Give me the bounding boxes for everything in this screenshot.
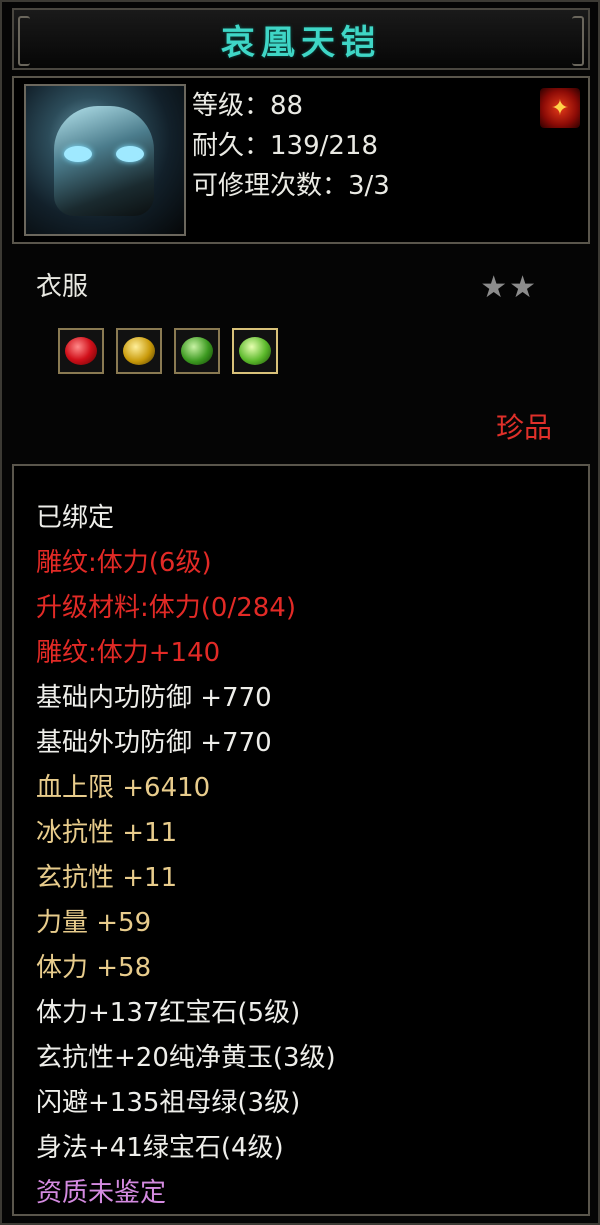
armor-eye-right — [116, 146, 144, 162]
attribute-line: 身法+41绿宝石(4级) — [36, 1133, 284, 1163]
item-portrait — [24, 84, 186, 236]
gem-sockets — [58, 328, 278, 374]
armor-icon — [54, 106, 154, 216]
item-header-panel: 等级：88 耐久：139/218 可修理次数：3/3 ✦ — [12, 76, 590, 244]
attribute-line: 力量 +59 — [36, 908, 152, 938]
attribute-line: 已绑定 — [36, 503, 115, 533]
attribute-line: 血上限 +6410 — [36, 773, 211, 803]
attribute-line: 资质未鉴定 — [36, 1178, 167, 1208]
attribute-line: 体力 +58 — [36, 953, 152, 983]
attribute-line: 玄抗性 +11 — [36, 863, 178, 893]
level-line: 等级：88 — [192, 91, 304, 121]
fire-badge-icon: ✦ — [540, 88, 580, 128]
durability-line: 耐久：139/218 — [192, 131, 379, 161]
item-stats: 等级：88 耐久：139/218 可修理次数：3/3 — [192, 86, 390, 206]
red-gem-icon[interactable] — [58, 328, 104, 374]
attribute-line: 闪避+135祖母绿(3级) — [36, 1088, 301, 1118]
attribute-line: 玄抗性+20纯净黄玉(3级) — [36, 1043, 336, 1073]
yellow-jade-icon[interactable] — [116, 328, 162, 374]
attribute-panel: 已绑定雕纹:体力(6级) 升级材料:体力(0/284) 雕纹:体力+140 基础内功防… — [12, 464, 590, 1216]
attribute-line: 升级材料:体力(0/284) — [36, 593, 296, 623]
attribute-line: 基础内功防御 +770 — [36, 683, 272, 713]
repair-line: 可修理次数：3/3 — [192, 171, 390, 201]
attribute-line: 冰抗性 +11 — [36, 818, 178, 848]
green-gem-icon[interactable] — [232, 328, 278, 374]
attribute-line: 基础外功防御 +770 — [36, 728, 272, 758]
title-bar: 哀凰天铠 — [12, 8, 590, 70]
star-rating: ★★ — [480, 270, 538, 305]
attribute-line: 雕纹:体力+140 — [36, 638, 221, 668]
item-tooltip: 哀凰天铠 等级：88 耐久：139/218 可修理次数：3/3 ✦ 衣服 ★★ … — [0, 0, 600, 1225]
item-name: 哀凰天铠 — [221, 22, 381, 63]
emerald-icon[interactable] — [174, 328, 220, 374]
armor-eye-left — [64, 146, 92, 162]
rarity-label: 珍品 — [495, 411, 552, 444]
attribute-line: 雕纹:体力(6级) — [36, 548, 212, 578]
item-type: 衣服 — [36, 272, 89, 302]
attribute-line: 体力+137红宝石(5级) — [36, 998, 301, 1028]
attribute-list: 已绑定雕纹:体力(6级) 升级材料:体力(0/284) 雕纹:体力+140 基础内功防… — [36, 496, 336, 1216]
